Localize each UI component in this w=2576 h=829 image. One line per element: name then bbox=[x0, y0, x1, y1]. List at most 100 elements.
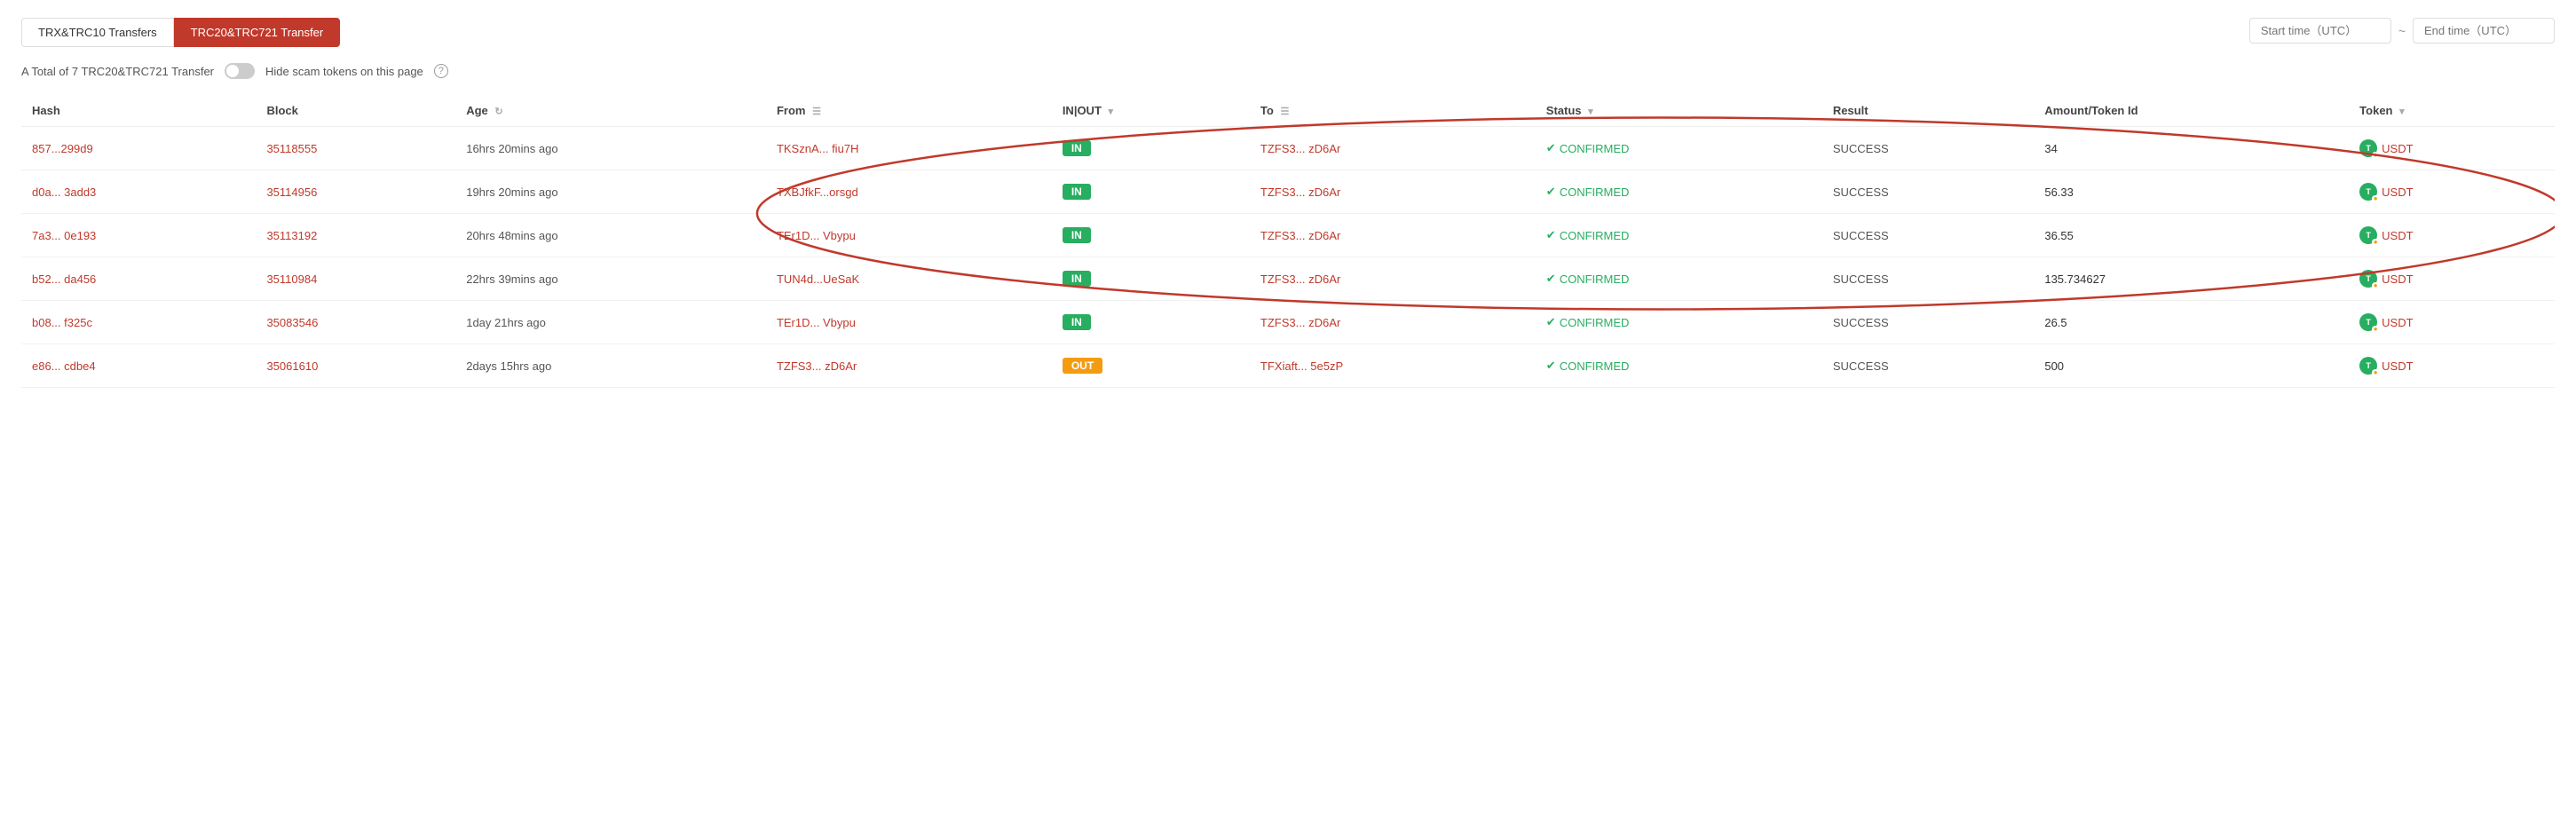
to-link[interactable]: TZFS3... zD6Ar bbox=[1260, 142, 1340, 155]
to-link[interactable]: TFXiaft... 5e5zP bbox=[1260, 359, 1343, 373]
cell-to: TZFS3... zD6Ar bbox=[1250, 170, 1536, 214]
check-icon: ✔ bbox=[1546, 315, 1556, 329]
to-filter-icon[interactable]: ☰ bbox=[1280, 106, 1289, 117]
col-inout[interactable]: IN|OUT ▾ bbox=[1052, 95, 1250, 127]
col-age[interactable]: Age ↻ bbox=[455, 95, 766, 127]
hide-scam-toggle[interactable] bbox=[225, 63, 255, 79]
status-text: ✔ CONFIRMED bbox=[1546, 228, 1812, 242]
hash-link[interactable]: d0a... 3add3 bbox=[32, 186, 96, 199]
col-token[interactable]: Token ▾ bbox=[2349, 95, 2555, 127]
block-link[interactable]: 35114956 bbox=[266, 186, 317, 199]
to-link[interactable]: TZFS3... zD6Ar bbox=[1260, 186, 1340, 199]
col-from: From ☰ bbox=[766, 95, 1052, 127]
result-text: SUCCESS bbox=[1833, 272, 1889, 286]
cell-hash: b08... f325c bbox=[21, 301, 256, 344]
inout-badge: OUT bbox=[1063, 358, 1102, 374]
hash-link[interactable]: b08... f325c bbox=[32, 316, 92, 329]
status-text: ✔ CONFIRMED bbox=[1546, 272, 1812, 286]
token-link[interactable]: USDT bbox=[2382, 229, 2413, 242]
hash-link[interactable]: e86... cdbe4 bbox=[32, 359, 96, 373]
from-link[interactable]: TEr1D... Vbypu bbox=[777, 316, 856, 329]
result-text: SUCCESS bbox=[1833, 229, 1889, 242]
cell-status: ✔ CONFIRMED bbox=[1536, 344, 1822, 388]
cell-amount: 26.5 bbox=[2034, 301, 2349, 344]
inout-badge: IN bbox=[1063, 184, 1091, 200]
to-link[interactable]: TZFS3... zD6Ar bbox=[1260, 272, 1340, 286]
cell-inout: IN bbox=[1052, 214, 1250, 257]
status-text: ✔ CONFIRMED bbox=[1546, 359, 1812, 373]
table-row: 7a3... 0e193 35113192 20hrs 48mins ago T… bbox=[21, 214, 2555, 257]
token-icon: T bbox=[2359, 183, 2377, 201]
tab-trc20[interactable]: TRC20&TRC721 Transfer bbox=[174, 18, 341, 47]
hide-scam-label: Hide scam tokens on this page bbox=[265, 65, 423, 78]
block-link[interactable]: 35061610 bbox=[266, 359, 318, 373]
hash-link[interactable]: 7a3... 0e193 bbox=[32, 229, 96, 242]
from-link[interactable]: TUN4d...UeSaK bbox=[777, 272, 859, 286]
cell-status: ✔ CONFIRMED bbox=[1536, 214, 1822, 257]
cell-amount: 56.33 bbox=[2034, 170, 2349, 214]
from-filter-icon[interactable]: ☰ bbox=[812, 106, 821, 117]
from-link[interactable]: TZFS3... zD6Ar bbox=[777, 359, 857, 373]
end-time-input[interactable] bbox=[2413, 18, 2555, 43]
cell-block: 35113192 bbox=[256, 214, 455, 257]
cell-amount: 135.734627 bbox=[2034, 257, 2349, 301]
token-sort-icon: ▾ bbox=[2399, 106, 2405, 117]
cell-block: 35061610 bbox=[256, 344, 455, 388]
cell-inout: IN bbox=[1052, 301, 1250, 344]
tab-bar: TRX&TRC10 Transfers TRC20&TRC721 Transfe… bbox=[21, 18, 2555, 47]
to-link[interactable]: TZFS3... zD6Ar bbox=[1260, 229, 1340, 242]
tab-trx[interactable]: TRX&TRC10 Transfers bbox=[21, 18, 174, 47]
transfers-table: Hash Block Age ↻ From ☰ IN|OUT bbox=[21, 95, 2555, 388]
token-link[interactable]: USDT bbox=[2382, 272, 2413, 286]
check-icon: ✔ bbox=[1546, 185, 1556, 199]
token-link[interactable]: USDT bbox=[2382, 359, 2413, 373]
block-link[interactable]: 35083546 bbox=[266, 316, 318, 329]
cell-block: 35083546 bbox=[256, 301, 455, 344]
status-sort-icon: ▾ bbox=[1588, 106, 1593, 117]
cell-token: T USDT bbox=[2349, 257, 2555, 301]
cell-token: T USDT bbox=[2349, 170, 2555, 214]
inout-badge: IN bbox=[1063, 314, 1091, 330]
col-status[interactable]: Status ▾ bbox=[1536, 95, 1822, 127]
cell-result: SUCCESS bbox=[1822, 214, 2035, 257]
token-cell: T USDT bbox=[2359, 270, 2544, 288]
amount-text: 26.5 bbox=[2044, 316, 2066, 329]
result-text: SUCCESS bbox=[1833, 142, 1889, 155]
block-link[interactable]: 35113192 bbox=[266, 229, 317, 242]
amount-text: 56.33 bbox=[2044, 186, 2074, 199]
check-icon: ✔ bbox=[1546, 228, 1556, 242]
token-link[interactable]: USDT bbox=[2382, 186, 2413, 199]
start-time-input[interactable] bbox=[2249, 18, 2391, 43]
cell-result: SUCCESS bbox=[1822, 257, 2035, 301]
table-row: d0a... 3add3 35114956 19hrs 20mins ago T… bbox=[21, 170, 2555, 214]
table-row: b08... f325c 35083546 1day 21hrs ago TEr… bbox=[21, 301, 2555, 344]
table-row: b52... da456 35110984 22hrs 39mins ago T… bbox=[21, 257, 2555, 301]
from-link[interactable]: TEr1D... Vbypu bbox=[777, 229, 856, 242]
hash-link[interactable]: 857...299d9 bbox=[32, 142, 93, 155]
block-link[interactable]: 35118555 bbox=[266, 142, 317, 155]
cell-to: TZFS3... zD6Ar bbox=[1250, 127, 1536, 170]
cell-age: 16hrs 20mins ago bbox=[455, 127, 766, 170]
from-link[interactable]: TXBJfkF...orsgd bbox=[777, 186, 858, 199]
token-icon: T bbox=[2359, 313, 2377, 331]
cell-status: ✔ CONFIRMED bbox=[1536, 127, 1822, 170]
cell-amount: 34 bbox=[2034, 127, 2349, 170]
cell-hash: d0a... 3add3 bbox=[21, 170, 256, 214]
help-icon[interactable]: ? bbox=[434, 64, 448, 78]
cell-age: 22hrs 39mins ago bbox=[455, 257, 766, 301]
cell-hash: e86... cdbe4 bbox=[21, 344, 256, 388]
token-link[interactable]: USDT bbox=[2382, 142, 2413, 155]
cell-to: TZFS3... zD6Ar bbox=[1250, 214, 1536, 257]
inout-badge: IN bbox=[1063, 271, 1091, 287]
cell-block: 35114956 bbox=[256, 170, 455, 214]
from-link[interactable]: TKSznA... fiu7H bbox=[777, 142, 858, 155]
cell-age: 2days 15hrs ago bbox=[455, 344, 766, 388]
to-link[interactable]: TZFS3... zD6Ar bbox=[1260, 316, 1340, 329]
check-icon: ✔ bbox=[1546, 359, 1556, 373]
hash-link[interactable]: b52... da456 bbox=[32, 272, 96, 286]
summary-text: A Total of 7 TRC20&TRC721 Transfer bbox=[21, 65, 214, 78]
token-link[interactable]: USDT bbox=[2382, 316, 2413, 329]
cell-status: ✔ CONFIRMED bbox=[1536, 257, 1822, 301]
block-link[interactable]: 35110984 bbox=[266, 272, 317, 286]
cell-age: 20hrs 48mins ago bbox=[455, 214, 766, 257]
